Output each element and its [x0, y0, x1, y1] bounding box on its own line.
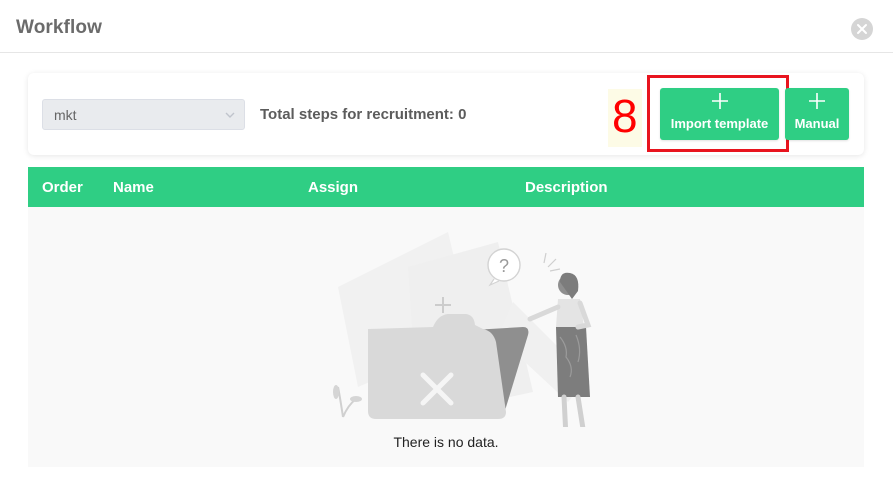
plus-icon: [785, 91, 849, 115]
toolbar-card: mkt Total steps for recruitment: 0 8 Imp…: [28, 73, 864, 155]
close-button[interactable]: [851, 18, 873, 40]
annotation-box: [647, 75, 789, 152]
dialog-title: Workflow: [16, 17, 102, 38]
empty-state-text: There is no data.: [393, 434, 499, 450]
column-description[interactable]: Description: [525, 179, 608, 196]
manual-label: Manual: [794, 116, 840, 131]
table-header: Order Name Assign Description: [28, 167, 864, 207]
manual-button[interactable]: Manual: [785, 88, 849, 140]
column-name[interactable]: Name: [113, 179, 154, 196]
table-body: ? There is no data.: [28, 207, 864, 467]
annotation-number: 8: [612, 90, 638, 142]
dialog-header: Workflow: [0, 0, 893, 53]
total-steps-label: Total steps for recruitment: 0: [260, 106, 467, 123]
department-select[interactable]: mkt: [42, 99, 245, 130]
svg-text:?: ?: [499, 256, 509, 276]
empty-folder-illustration: ?: [333, 232, 592, 427]
close-icon: [857, 24, 867, 34]
column-assign[interactable]: Assign: [308, 179, 358, 196]
chevron-down-icon: [225, 112, 235, 118]
column-order[interactable]: Order: [42, 179, 83, 196]
select-value: mkt: [54, 107, 77, 123]
